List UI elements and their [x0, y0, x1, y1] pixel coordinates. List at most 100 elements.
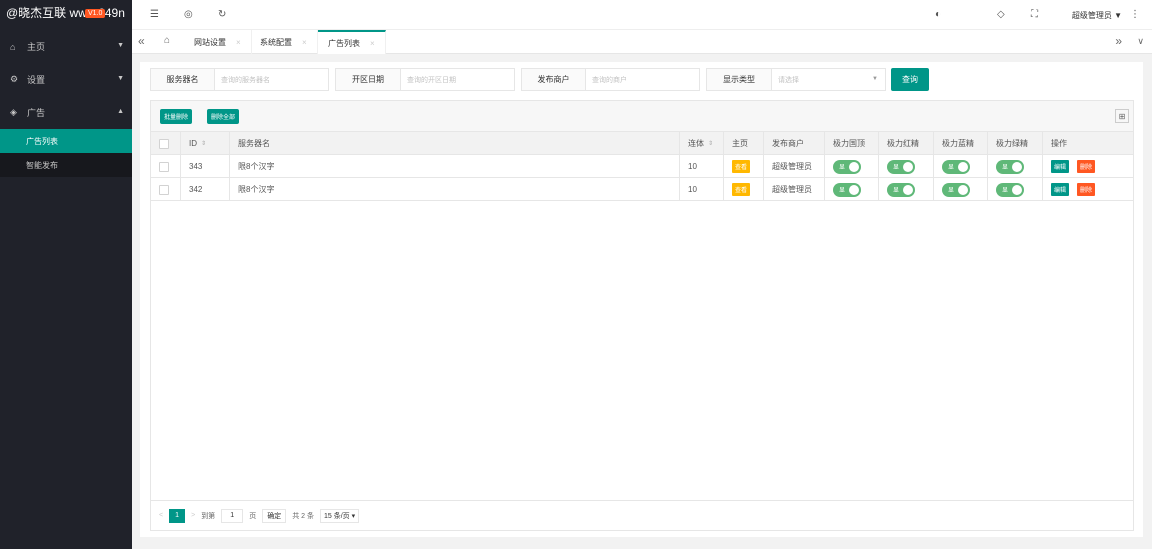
user-menu[interactable]: 超级管理员 ▼ [1072, 10, 1122, 21]
row-checkbox[interactable] [159, 184, 169, 195]
toggle-knob [958, 184, 968, 195]
field-label: 开区日期 [336, 69, 401, 90]
close-icon[interactable]: × [236, 38, 241, 47]
chevron-down-icon: ▼ [872, 76, 878, 82]
field-label: 服务器名 [151, 69, 215, 90]
toggle-knob [1012, 161, 1022, 172]
ads-submenu: 广告列表 智能发布 [0, 129, 132, 177]
refresh-icon[interactable]: ↻ [218, 9, 226, 20]
cell-s2: 显 [879, 178, 934, 201]
display-toggle[interactable]: 显 [942, 182, 970, 197]
server-name-input[interactable]: 查询的服务器名 [215, 69, 328, 90]
theme-icon[interactable]: ◐ [935, 9, 941, 20]
display-type-select[interactable]: 请选择 [772, 69, 885, 90]
col-header-s4: 极力绿精 [988, 132, 1043, 155]
sidebar-subitem-ad-list[interactable]: 广告列表 [0, 129, 132, 153]
toggle-knob [849, 161, 859, 172]
sidebar-subitem-smart-publish[interactable]: 智能发布 [0, 153, 132, 177]
edit-button[interactable]: 编辑 [1051, 160, 1070, 173]
toggle-label: 显 [839, 165, 846, 171]
open-date-input[interactable]: 查询的开区日期 [401, 69, 514, 90]
toggle-label: 显 [839, 188, 846, 194]
delete-button[interactable]: 删除 [1077, 160, 1096, 173]
tab-label: 广告列表 [328, 38, 360, 48]
cell-lianti: 10 [680, 155, 724, 178]
cell-home: 查看 [724, 178, 764, 201]
sidebar-item-label: 广告 [27, 108, 46, 118]
display-toggle[interactable]: 显 [887, 182, 915, 197]
toggle-label: 显 [1002, 188, 1009, 194]
server-name-field: 服务器名 查询的服务器名 [150, 68, 329, 91]
data-table: 批量删除 删除全部 ⊞ ID ⇕ 服务器名 连体 ⇕ 主页 发布商户 极力国顶 极力… [150, 100, 1134, 531]
page-number-input[interactable]: 1 [221, 508, 244, 523]
row-checkbox[interactable] [159, 161, 169, 172]
sidebar-item-settings[interactable]: ⚙ 设置 ▼ [0, 63, 132, 96]
chevron-down-icon: ▼ [117, 75, 124, 82]
merchant-input[interactable]: 查询的商户 [586, 69, 699, 90]
chevron-down-icon[interactable]: ∨ [1137, 36, 1144, 47]
globe-icon[interactable]: ◎ [184, 9, 193, 20]
chevron-down-icon: ▼ [117, 42, 124, 49]
header-label: ID [189, 139, 197, 148]
sort-icon[interactable]: ⇕ [708, 140, 713, 147]
toggle-knob [849, 184, 859, 195]
field-label: 发布商户 [522, 69, 586, 90]
confirm-page-button[interactable]: 确定 [262, 508, 287, 523]
page-unit-label: 页 [249, 512, 257, 520]
col-header-lianti[interactable]: 连体 ⇕ [680, 132, 724, 155]
delete-button[interactable]: 删除 [1077, 183, 1096, 196]
col-header-s2: 极力红精 [879, 132, 934, 155]
page-size-select[interactable]: 15 条/页 ▾ [319, 508, 360, 523]
more-icon[interactable]: ⋮ [1130, 9, 1140, 20]
logo[interactable]: @晓杰互联 www.649n V1.0 [0, 0, 132, 30]
tab-label: 系统配置 [260, 37, 292, 47]
sidebar: @晓杰互联 www.649n V1.0 ⌂ 主页 ▼ ⚙ 设置 ▼ ◈ 广告 ▲… [0, 0, 132, 549]
delete-all-button[interactable]: 删除全部 [207, 109, 240, 124]
sort-icon[interactable]: ⇕ [201, 140, 206, 147]
display-toggle[interactable]: 显 [996, 159, 1024, 174]
display-toggle[interactable]: 显 [996, 182, 1024, 197]
display-toggle[interactable]: 显 [942, 159, 970, 174]
batch-delete-button[interactable]: 批量删除 [160, 109, 193, 124]
select-all-checkbox[interactable] [159, 138, 169, 149]
cell-home: 查看 [724, 155, 764, 178]
close-icon[interactable]: × [302, 38, 307, 47]
edit-button[interactable]: 编辑 [1051, 183, 1070, 196]
tabs-scroll-right-icon[interactable]: » [1115, 34, 1122, 48]
cell-merchant: 超级管理员 [764, 155, 825, 178]
display-toggle[interactable]: 显 [887, 159, 915, 174]
prev-page-button[interactable]: < [159, 512, 163, 519]
tab-bar: « ⌂ 网站设置 × 系统配置 × 广告列表 × » ∨ [132, 30, 1152, 54]
open-date-field: 开区日期 查询的开区日期 [335, 68, 515, 91]
menu-toggle-icon[interactable]: ☰ [150, 9, 159, 20]
tabs-scroll-left-icon[interactable]: « [138, 34, 145, 48]
display-toggle[interactable]: 显 [833, 159, 861, 174]
tab-system-config[interactable]: 系统配置 × [250, 30, 318, 54]
search-button[interactable]: 查询 [891, 68, 929, 91]
close-icon[interactable]: × [370, 39, 375, 48]
view-home-button[interactable]: 查看 [732, 160, 751, 173]
col-header-actions: 操作 [1051, 139, 1067, 148]
next-page-button[interactable]: > [191, 512, 195, 519]
fullscreen-icon[interactable]: ⛶ [1031, 9, 1038, 20]
chevron-up-icon: ▲ [117, 108, 124, 115]
columns-icon[interactable]: ⊞ [1115, 109, 1129, 123]
tab-label: 网站设置 [194, 37, 226, 47]
sidebar-item-ads[interactable]: ◈ 广告 ▲ [0, 96, 132, 129]
tab-ad-list[interactable]: 广告列表 × [318, 30, 386, 54]
cell-s4: 显 [988, 178, 1043, 201]
tab-site-settings[interactable]: 网站设置 × [184, 30, 252, 54]
toggle-knob [1012, 184, 1022, 195]
cell-s4: 显 [988, 155, 1043, 178]
field-label: 显示类型 [707, 69, 772, 90]
view-home-button[interactable]: 查看 [732, 183, 751, 196]
page-button-current[interactable]: 1 [169, 508, 186, 523]
sidebar-item-home[interactable]: ⌂ 主页 ▼ [0, 30, 132, 63]
display-toggle[interactable]: 显 [833, 182, 861, 197]
home-tab-icon[interactable]: ⌂ [164, 35, 170, 46]
display-type-field: 显示类型 请选择 ▼ [706, 68, 886, 91]
tag-icon[interactable]: ◇ [997, 9, 1005, 20]
merchant-field: 发布商户 查询的商户 [521, 68, 700, 91]
col-header-id[interactable]: ID ⇕ [181, 132, 230, 155]
cell-s1: 显 [825, 155, 879, 178]
